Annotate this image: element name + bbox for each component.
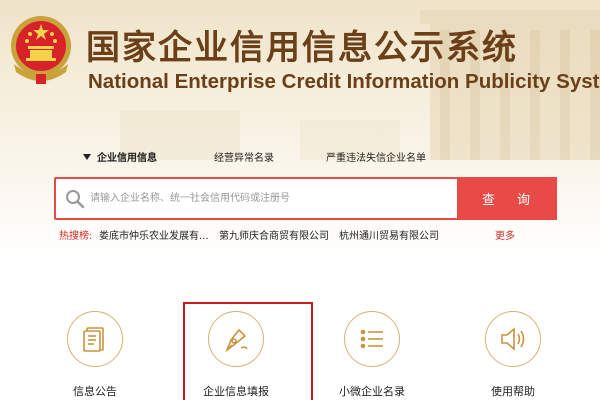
service-label: 信息公告 — [73, 385, 117, 398]
search-input[interactable] — [90, 179, 450, 218]
tab-enterprise-credit[interactable]: 企业信用信息 — [83, 149, 157, 164]
hot-search-link[interactable]: 杭州通川贸易有限公司 — [339, 227, 439, 242]
hot-search-label: 热搜榜: — [59, 231, 93, 242]
hot-search-link[interactable]: 娄底市仲乐农业发展有... — [99, 227, 209, 242]
tab-serious-violation[interactable]: 严重违法失信企业名单 — [326, 149, 426, 164]
service-help[interactable]: 使用帮助 — [473, 311, 553, 400]
site-title-en: National Enterprise Credit Information P… — [88, 70, 600, 93]
speaker-icon — [501, 327, 525, 351]
search-tabs: 企业信用信息 经营异常名录 严重违法失信企业名单 — [0, 149, 600, 167]
service-enterprise-info-filing[interactable]: 企业信息填报 — [196, 311, 276, 400]
tab-label: 严重违法失信企业名单 — [326, 153, 426, 164]
hot-search-link[interactable]: 第九师庆合商贸有限公司 — [219, 227, 329, 242]
pen-icon — [225, 328, 248, 353]
more-link[interactable]: 更多 — [495, 227, 515, 242]
search-bar: 查询 — [54, 177, 557, 220]
search-icon — [66, 190, 85, 209]
service-small-micro-directory[interactable]: 小微企业名录 — [332, 311, 412, 400]
site-title-cn: 国家企业信用信息公示系统 — [86, 28, 518, 68]
service-icon-circle — [485, 311, 541, 367]
service-label: 小微企业名录 — [339, 385, 405, 398]
document-icon — [83, 327, 104, 352]
tab-label: 经营异常名录 — [214, 153, 274, 164]
service-icon-circle — [344, 311, 400, 367]
search-button[interactable]: 查询 — [457, 177, 557, 220]
service-info-announcement[interactable]: 信息公告 — [55, 311, 135, 400]
hot-search-row: 热搜榜: 娄底市仲乐农业发展有... 第九师庆合商贸有限公司 杭州通川贸易有限公… — [59, 227, 599, 243]
tab-abnormal-operation[interactable]: 经营异常名录 — [214, 149, 274, 164]
national-emblem-icon — [11, 16, 71, 84]
active-tab-indicator-icon — [83, 154, 91, 160]
service-icon-circle — [208, 311, 264, 367]
tab-label: 企业信用信息 — [97, 153, 157, 164]
list-icon — [360, 329, 383, 349]
service-icon-circle — [67, 311, 123, 367]
service-label: 使用帮助 — [491, 385, 535, 398]
service-label: 企业信息填报 — [203, 385, 269, 398]
